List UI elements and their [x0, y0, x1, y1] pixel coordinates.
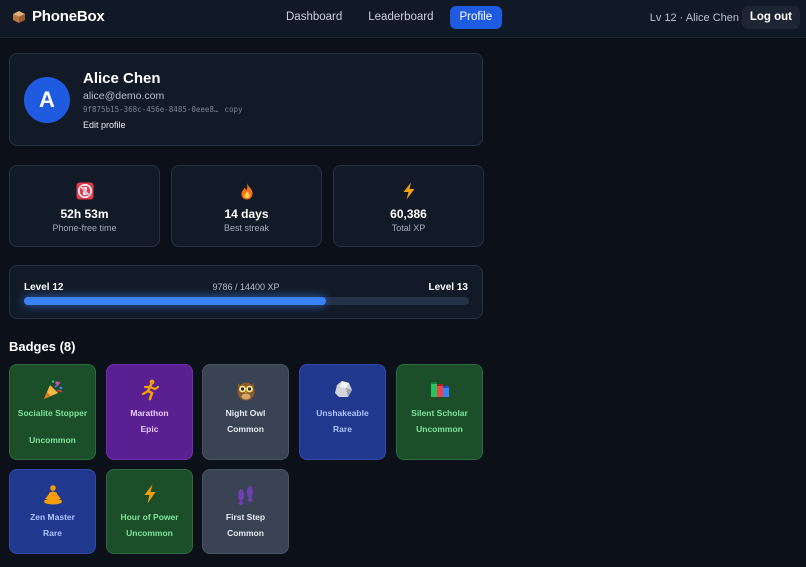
- badge-name: Night Owl: [225, 408, 266, 418]
- badge-rarity: Rare: [43, 528, 62, 538]
- meditation-icon: [10, 484, 95, 506]
- badge-marathon[interactable]: Marathon Epic: [106, 364, 193, 460]
- stat-label: Phone-free time: [52, 223, 117, 233]
- brand-title: PhoneBox: [32, 8, 105, 25]
- badge-rarity: Uncommon: [416, 424, 463, 434]
- stat-card-phone-free: 52h 53m Phone-free time: [9, 165, 160, 247]
- edit-profile-link[interactable]: Edit profile: [83, 120, 126, 130]
- badge-name: Silent Scholar: [411, 408, 468, 418]
- stat-value: 14 days: [224, 207, 269, 221]
- copy-id-button[interactable]: copy: [224, 105, 242, 114]
- badge-rarity: Common: [227, 528, 264, 538]
- next-level-label: Level 13: [428, 282, 468, 293]
- logout-button[interactable]: Log out: [741, 6, 800, 29]
- brand[interactable]: PhoneBox: [12, 8, 105, 25]
- runner-icon: [107, 379, 192, 401]
- no-phone-icon: [10, 182, 159, 200]
- user-level-label: Lv 12 · Alice Chen: [649, 12, 739, 24]
- stat-card-total-xp: 60,386 Total XP: [333, 165, 484, 247]
- badge-socialite-stopper[interactable]: Socialite Stopper Uncommon: [9, 364, 96, 460]
- box-icon: [12, 10, 26, 24]
- badge-rarity: Rare: [333, 424, 352, 434]
- badge-zen-master[interactable]: Zen Master Rare: [9, 469, 96, 554]
- user-id-row: 9f875b15-368c-456e-8485-0eee8… copy: [83, 105, 243, 114]
- stat-value: 60,386: [390, 207, 427, 221]
- badge-name: Unshakeable: [316, 408, 369, 418]
- lightning-icon: [334, 182, 483, 200]
- badge-name: First Step: [225, 512, 266, 522]
- stat-card-best-streak: 14 days Best streak: [171, 165, 322, 247]
- main-nav: Dashboard Leaderboard Profile: [276, 6, 503, 29]
- xp-progress-fill: [24, 297, 327, 305]
- badge-silent-scholar[interactable]: Silent Scholar Uncommon: [396, 364, 483, 460]
- profile-name: Alice Chen: [83, 70, 161, 87]
- badge-rarity: Epic: [140, 424, 159, 434]
- tab-dashboard[interactable]: Dashboard: [276, 6, 352, 29]
- fire-icon: [172, 182, 321, 200]
- tab-profile[interactable]: Profile: [449, 6, 503, 29]
- badge-name: Hour of Power: [120, 512, 179, 522]
- profile-card: A Alice Chen alice@demo.com 9f875b15-368…: [9, 53, 483, 146]
- badge-unshakeable[interactable]: Unshakeable Rare: [299, 364, 386, 460]
- stat-label: Total XP: [391, 223, 426, 233]
- badge-hour-of-power[interactable]: Hour of Power Uncommon: [106, 469, 193, 554]
- badge-first-step[interactable]: First Step Common: [202, 469, 289, 554]
- rock-icon: [300, 379, 385, 399]
- footprints-icon: [203, 484, 288, 506]
- level-progress-card: Level 12 9786 / 14400 XP Level 13: [9, 265, 483, 319]
- profile-email: alice@demo.com: [83, 90, 165, 102]
- stat-value: 52h 53m: [60, 207, 109, 221]
- badge-name: Marathon: [130, 408, 169, 418]
- xp-progress-text: 9786 / 14400 XP: [212, 282, 280, 292]
- badge-rarity: Common: [227, 424, 264, 434]
- top-bar: PhoneBox Dashboard Leaderboard Profile L…: [0, 0, 806, 38]
- badge-name: Zen Master: [30, 512, 75, 522]
- tab-leaderboard[interactable]: Leaderboard: [358, 6, 443, 29]
- badge-rarity: Uncommon: [29, 435, 76, 445]
- user-id: 9f875b15-368c-456e-8485-0eee8…: [83, 105, 219, 114]
- stat-label: Best streak: [223, 223, 270, 233]
- badge-night-owl[interactable]: Night Owl Common: [202, 364, 289, 460]
- party-popper-icon: [10, 379, 95, 401]
- avatar: A: [24, 77, 70, 123]
- badges-heading: Badges (8): [9, 339, 76, 354]
- badge-rarity: Uncommon: [126, 528, 173, 538]
- books-icon: [397, 379, 482, 399]
- lightning-icon: [107, 484, 192, 504]
- xp-progress-bar: [24, 297, 469, 305]
- badge-name: Socialite Stopper: [17, 408, 88, 418]
- owl-icon: [203, 379, 288, 401]
